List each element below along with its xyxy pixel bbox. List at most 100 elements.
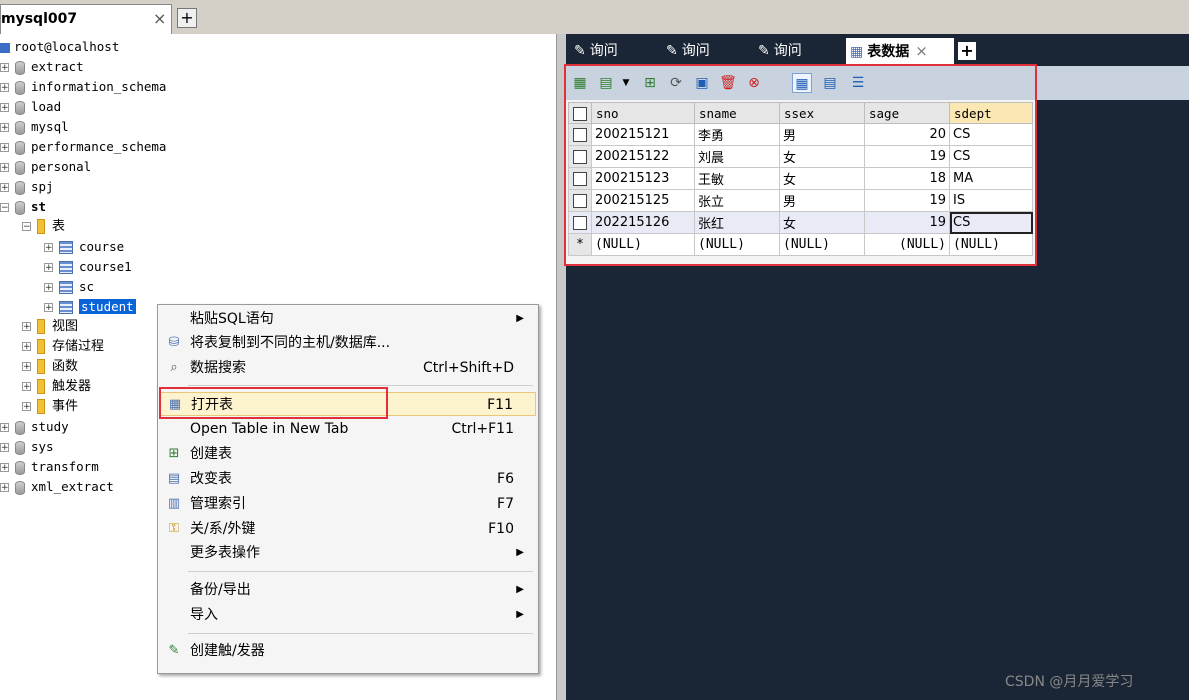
- tab-query-2[interactable]: ✎ 询问: [662, 38, 750, 64]
- expand-icon[interactable]: +: [22, 322, 31, 332]
- row-selector[interactable]: [568, 123, 592, 146]
- expand-icon[interactable]: +: [44, 283, 53, 293]
- cell-sdept[interactable]: CS: [949, 123, 1033, 146]
- expand-icon[interactable]: +: [0, 143, 9, 153]
- tree-db-personal[interactable]: + personal: [0, 157, 91, 177]
- cell-sname[interactable]: 张立: [694, 189, 780, 212]
- cell-ssex[interactable]: 男: [779, 189, 865, 212]
- tree-folder-tables[interactable]: − 表: [22, 217, 65, 237]
- menu-item-open-table-new-tab[interactable]: Open Table in New Tab Ctrl+F11: [160, 417, 536, 441]
- expand-icon[interactable]: +: [0, 463, 9, 473]
- tree-folder-views[interactable]: + 视图: [22, 317, 78, 337]
- tree-db-xml-extract[interactable]: + xml_extract: [0, 477, 114, 497]
- duplicate-row-icon[interactable]: ▤: [596, 73, 616, 93]
- row-selector[interactable]: [568, 189, 592, 212]
- cell-sage[interactable]: 18: [864, 167, 950, 190]
- tree-folder-procedures[interactable]: + 存储过程: [22, 337, 104, 357]
- add-connection-button[interactable]: +: [177, 8, 197, 28]
- grid-view-icon[interactable]: ▦: [792, 73, 812, 93]
- cell-sname[interactable]: 刘晨: [694, 145, 780, 168]
- table-row[interactable]: 200215123 王敏 女 18 MA: [568, 167, 1033, 190]
- cell-sdept[interactable]: CS: [949, 145, 1033, 168]
- expand-icon[interactable]: +: [22, 362, 31, 372]
- menu-item-alter-table[interactable]: ▤ 改变表 F6: [160, 467, 536, 491]
- tree-db-transform[interactable]: + transform: [0, 457, 99, 477]
- tree-table-student[interactable]: + student: [44, 297, 136, 317]
- cell-ssex[interactable]: 女: [779, 145, 865, 168]
- cell-sno[interactable]: 200215125: [591, 189, 695, 212]
- cell-ssex[interactable]: 女: [779, 167, 865, 190]
- menu-item-paste-sql[interactable]: 粘贴SQL语句 ▶: [160, 307, 536, 331]
- tree-host[interactable]: root@localhost: [0, 37, 119, 57]
- expand-icon[interactable]: +: [0, 483, 9, 493]
- cell-sno[interactable]: 202215126: [591, 211, 695, 234]
- column-header-sage[interactable]: sage: [864, 102, 950, 124]
- cell-null[interactable]: (NULL): [694, 233, 780, 256]
- cell-sname[interactable]: 张红: [694, 211, 780, 234]
- add-tab-button[interactable]: +: [958, 42, 976, 60]
- cell-null[interactable]: (NULL): [779, 233, 865, 256]
- menu-item-import[interactable]: 导入 ▶: [160, 603, 536, 627]
- refresh-icon[interactable]: ⟳: [666, 73, 686, 93]
- tree-db-spj[interactable]: + spj: [0, 177, 54, 197]
- expand-icon[interactable]: +: [0, 103, 9, 113]
- pane-splitter[interactable]: [556, 34, 566, 700]
- menu-item-create-trigger[interactable]: ✎ 创建触/发器: [160, 639, 536, 663]
- cell-sdept[interactable]: CS: [949, 211, 1033, 234]
- delete-icon[interactable]: 🗑: [718, 73, 738, 93]
- tree-db-information-schema[interactable]: + information_schema: [0, 77, 166, 97]
- expand-icon[interactable]: +: [0, 83, 9, 93]
- collapse-icon[interactable]: −: [22, 222, 31, 232]
- tree-table-course[interactable]: + course: [44, 237, 124, 257]
- checkbox[interactable]: [573, 106, 587, 121]
- tree-db-load[interactable]: + load: [0, 97, 61, 117]
- expand-icon[interactable]: +: [0, 183, 9, 193]
- result-grid[interactable]: sno sname ssex sage sdept 200215121 李勇 男…: [566, 100, 1036, 264]
- form-view-icon[interactable]: ▤: [820, 73, 840, 93]
- tab-query-3[interactable]: ✎ 询问: [754, 38, 842, 64]
- table-row[interactable]: 200215125 张立 男 19 IS: [568, 189, 1033, 212]
- cell-sdept[interactable]: MA: [949, 167, 1033, 190]
- expand-icon[interactable]: +: [44, 303, 53, 313]
- new-row[interactable]: * (NULL) (NULL) (NULL) (NULL) (NULL): [568, 233, 1033, 256]
- checkbox[interactable]: [573, 127, 587, 142]
- connection-tab[interactable]: mysql007 ×: [0, 4, 172, 34]
- cell-ssex[interactable]: 男: [779, 123, 865, 146]
- table-row[interactable]: 202215126 张红 女 19 CS: [568, 211, 1033, 234]
- row-selector[interactable]: [568, 167, 592, 190]
- column-header-ssex[interactable]: ssex: [779, 102, 865, 124]
- cell-null[interactable]: (NULL): [591, 233, 695, 256]
- expand-icon[interactable]: +: [0, 63, 9, 73]
- add-record-icon[interactable]: ⊞: [640, 73, 660, 93]
- collapse-icon[interactable]: −: [0, 203, 9, 213]
- text-view-icon[interactable]: ☰: [848, 73, 868, 93]
- tree-folder-functions[interactable]: + 函数: [22, 357, 78, 377]
- column-header-sdept[interactable]: sdept: [949, 102, 1033, 124]
- menu-item-relationships[interactable]: ⚿ 关/系/外键 F10: [160, 517, 536, 541]
- menu-item-more-table-ops[interactable]: 更多表操作 ▶: [160, 541, 536, 565]
- cell-null[interactable]: (NULL): [949, 233, 1033, 256]
- expand-icon[interactable]: +: [0, 123, 9, 133]
- column-header-sno[interactable]: sno: [591, 102, 695, 124]
- tree-db-study[interactable]: + study: [0, 417, 69, 437]
- tree-db-mysql[interactable]: + mysql: [0, 117, 69, 137]
- table-row[interactable]: 200215122 刘晨 女 19 CS: [568, 145, 1033, 168]
- expand-icon[interactable]: +: [22, 402, 31, 412]
- tree-folder-triggers[interactable]: + 触发器: [22, 377, 91, 397]
- cell-sage[interactable]: 20: [864, 123, 950, 146]
- expand-icon[interactable]: +: [22, 342, 31, 352]
- row-selector[interactable]: [568, 145, 592, 168]
- tab-table-data[interactable]: ▦ 表数据 ×: [846, 38, 954, 64]
- cell-sage[interactable]: 19: [864, 211, 950, 234]
- cell-sno[interactable]: 200215122: [591, 145, 695, 168]
- column-header-sname[interactable]: sname: [694, 102, 780, 124]
- insert-row-icon[interactable]: ▦: [570, 73, 590, 93]
- cell-sdept[interactable]: IS: [949, 189, 1033, 212]
- tree-db-performance-schema[interactable]: + performance_schema: [0, 137, 166, 157]
- tree-table-course1[interactable]: + course1: [44, 257, 132, 277]
- cell-sno[interactable]: 200215121: [591, 123, 695, 146]
- checkbox[interactable]: [573, 149, 587, 164]
- select-all-cell[interactable]: [568, 102, 592, 124]
- cell-sname[interactable]: 李勇: [694, 123, 780, 146]
- checkbox[interactable]: [573, 193, 587, 208]
